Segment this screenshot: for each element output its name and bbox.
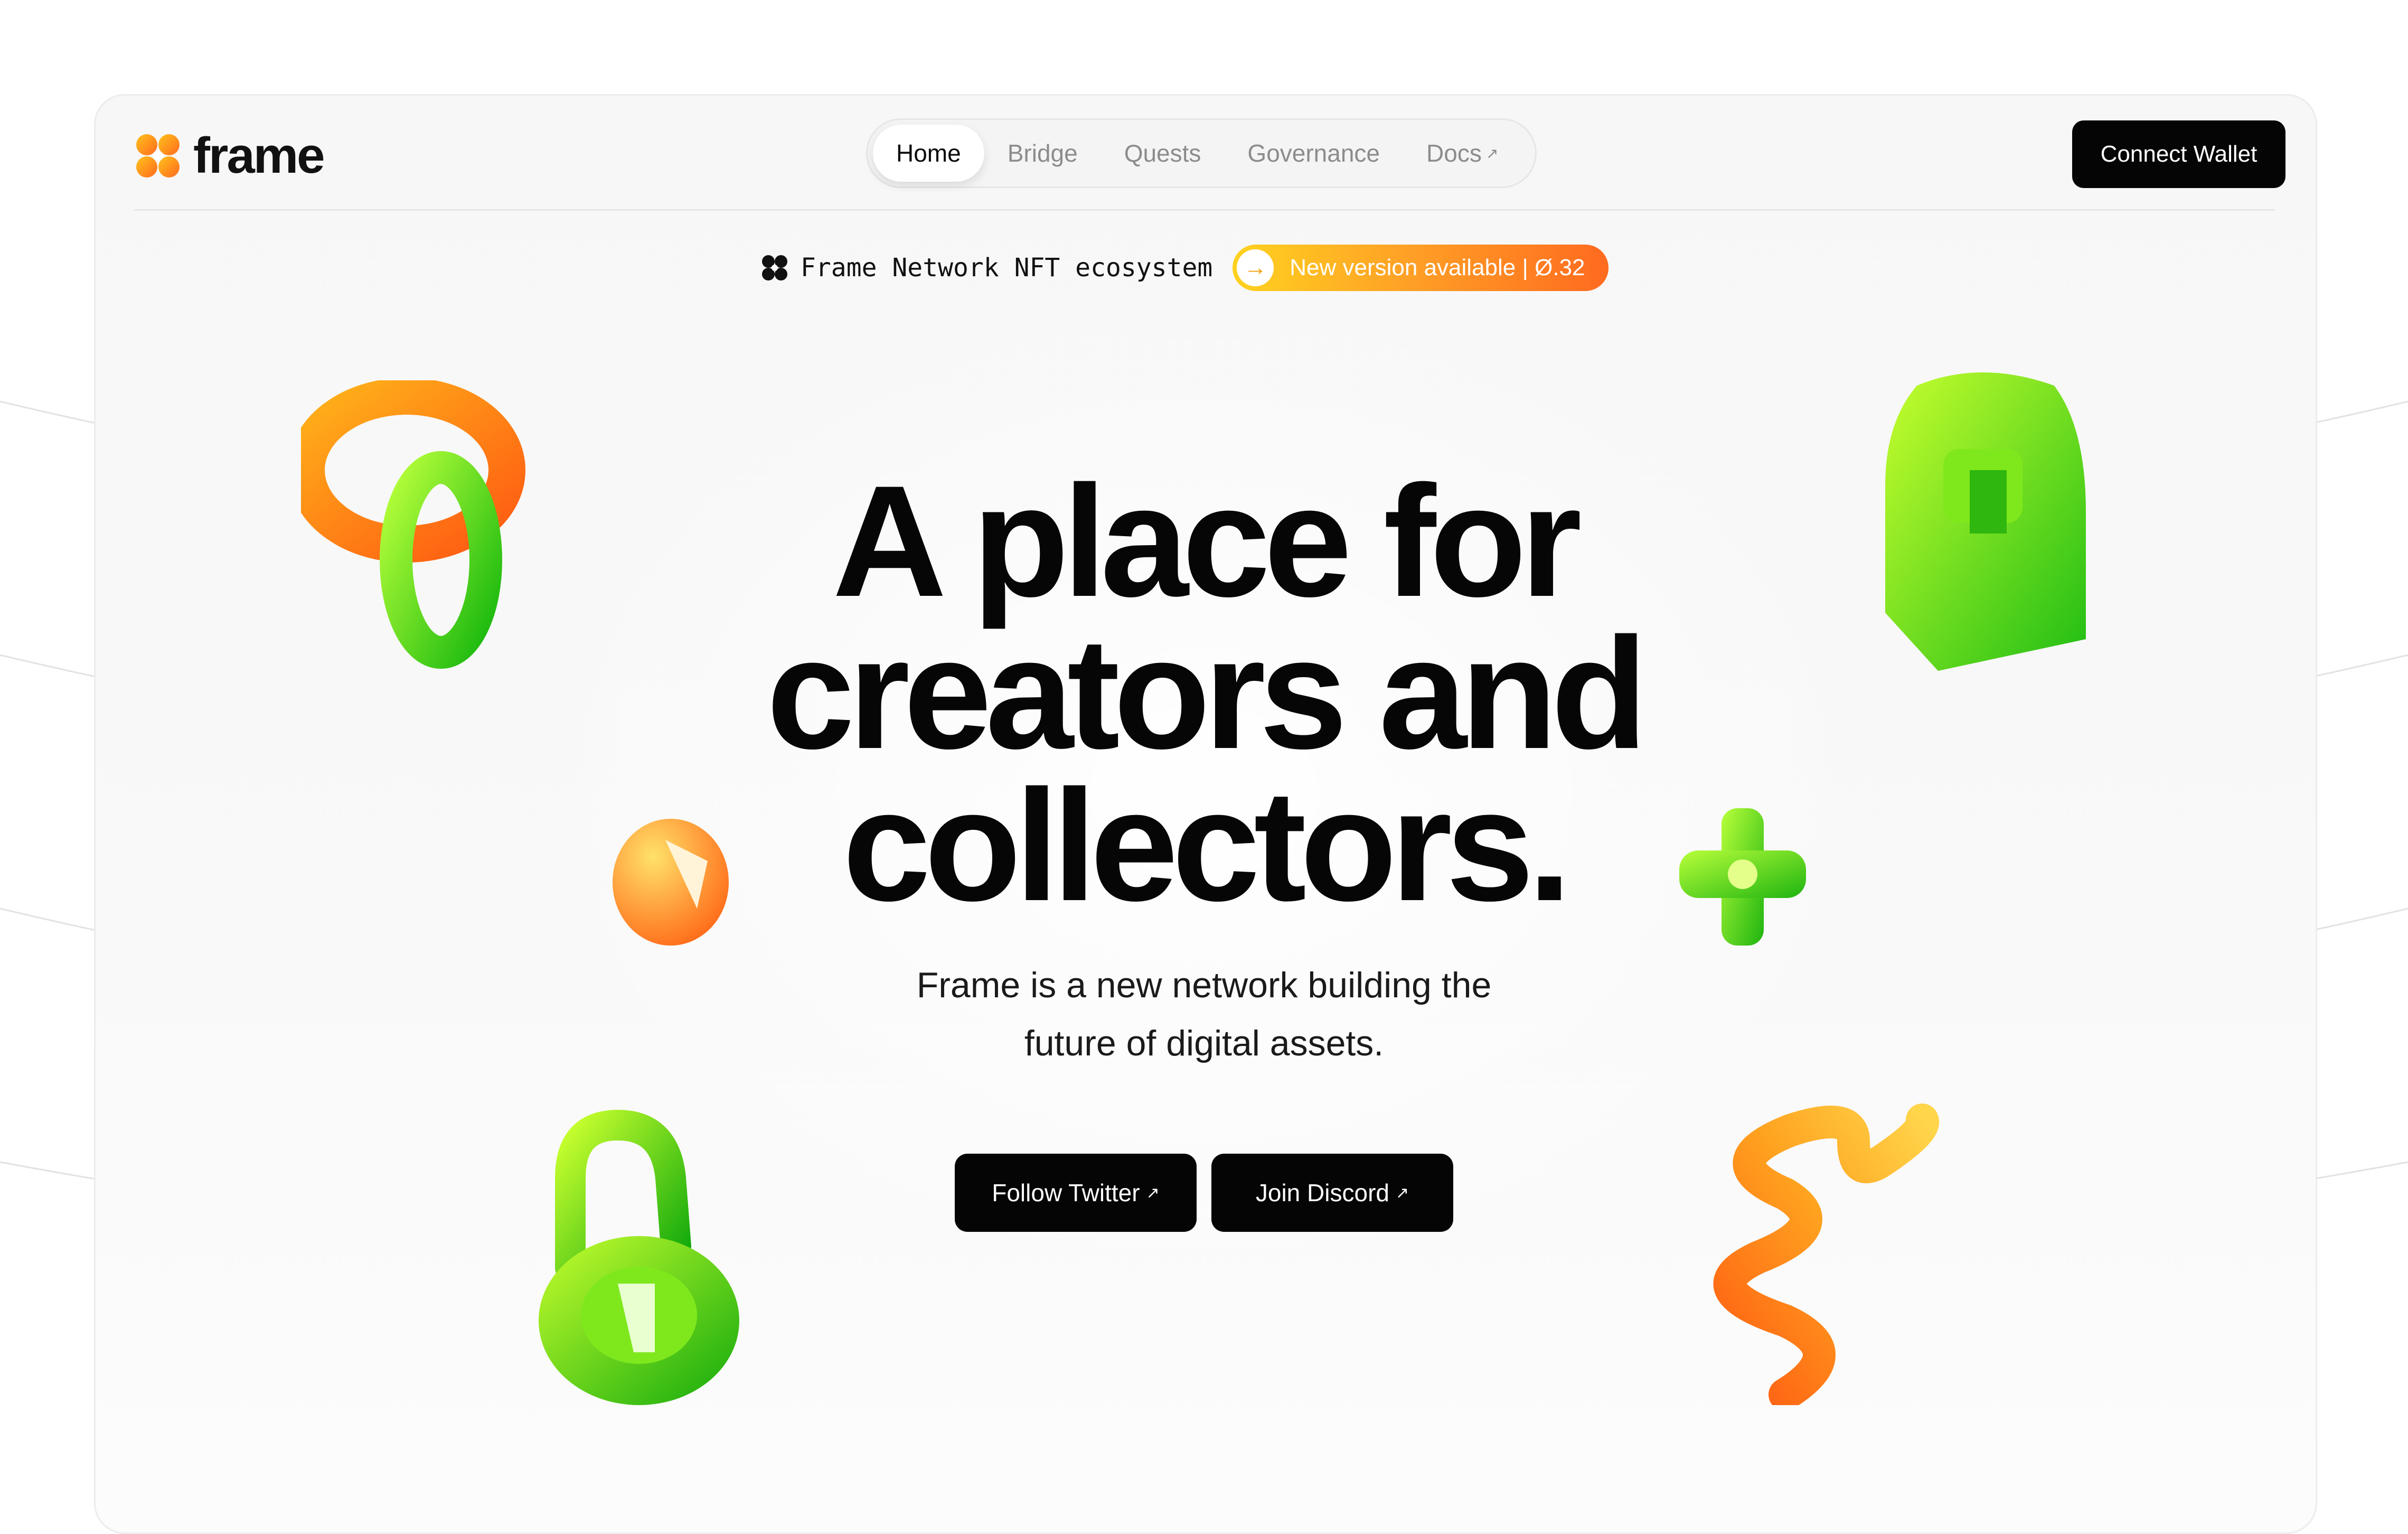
nav-item-bridge[interactable]: Bridge — [984, 125, 1101, 182]
hero-title-line: collectors. — [842, 756, 1572, 934]
nav-item-docs[interactable]: Docs ↗ — [1403, 125, 1521, 182]
orange-spiral-decoration — [1713, 1103, 1939, 1405]
announcement-text: Frame Network NFT ecosystem — [801, 253, 1213, 283]
nav-item-quests[interactable]: Quests — [1101, 125, 1225, 182]
announcement-bar: Frame Network NFT ecosystem → New versio… — [760, 244, 1609, 292]
green-cross-decoration — [1679, 808, 1806, 946]
orange-orb-decoration — [613, 819, 729, 946]
button-label: Follow Twitter — [992, 1179, 1140, 1206]
nav-label: Docs — [1426, 139, 1482, 167]
brand-logo[interactable]: frame — [134, 127, 325, 184]
new-version-pill[interactable]: → New version available | Ø.32 — [1233, 245, 1609, 291]
version-text: New version available | Ø.32 — [1290, 255, 1585, 280]
hero-title-line: A place for — [832, 452, 1582, 630]
interlocked-rings-decoration — [301, 380, 525, 669]
arrow-right-icon: → — [1237, 249, 1274, 286]
nav-label: Bridge — [1007, 139, 1078, 167]
header-divider — [134, 209, 2275, 211]
hero-subtitle: Frame is a new network building the futu… — [824, 956, 1584, 1072]
nav-label: Governance — [1247, 139, 1380, 167]
arrow-up-right-icon: ↗ — [1146, 1184, 1160, 1202]
hero-subtitle-line: future of digital assets. — [1024, 1023, 1384, 1063]
brand-name: frame — [193, 127, 325, 184]
arrow-up-right-icon: ↗ — [1485, 145, 1499, 162]
clover-logo-icon — [136, 134, 180, 177]
hero-subtitle-line: Frame is a new network building the — [916, 965, 1492, 1005]
main-nav: Home Bridge Quests Governance Docs ↗ — [866, 118, 1537, 188]
join-discord-button[interactable]: Join Discord ↗ — [1211, 1154, 1453, 1232]
announcement-label: Frame Network NFT ecosystem — [760, 253, 1212, 283]
hero-title: A place for creators and collectors. — [650, 452, 1758, 934]
hero-title-line: creators and — [766, 604, 1648, 782]
nav-item-governance[interactable]: Governance — [1224, 125, 1403, 182]
nav-label: Quests — [1124, 139, 1201, 167]
nav-label: Home — [896, 139, 961, 167]
clover-mini-icon — [762, 255, 787, 280]
connect-wallet-button[interactable]: Connect Wallet — [2072, 120, 2285, 188]
follow-twitter-button[interactable]: Follow Twitter ↗ — [955, 1154, 1197, 1232]
green-block-decoration — [1885, 372, 2086, 671]
padlock-decoration — [539, 1109, 739, 1405]
arrow-up-right-icon: ↗ — [1395, 1184, 1409, 1202]
button-label: Join Discord — [1255, 1179, 1389, 1206]
nav-item-home[interactable]: Home — [873, 125, 984, 182]
